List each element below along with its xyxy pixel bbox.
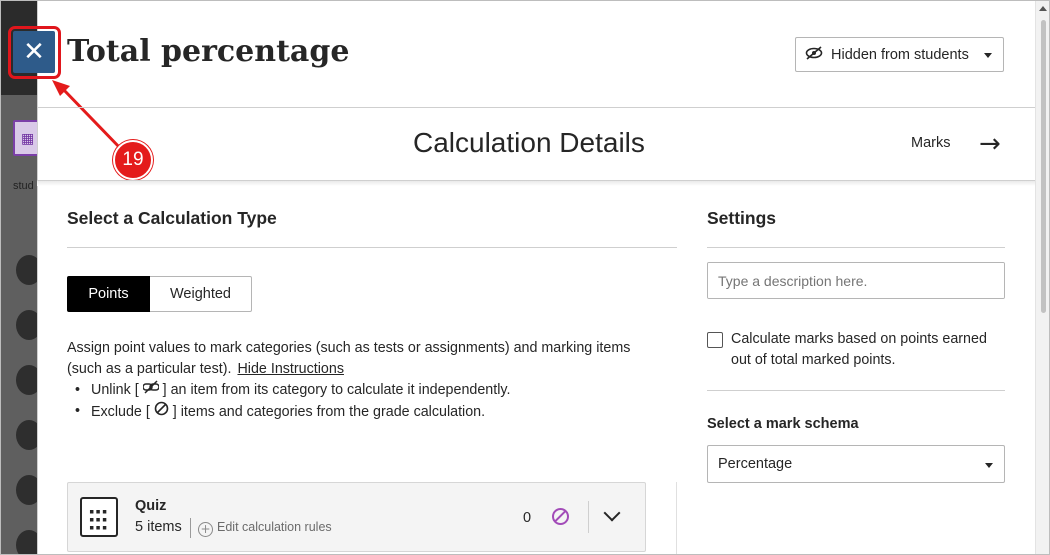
calculation-type-heading: Select a Calculation Type — [67, 208, 277, 228]
instructions: Assign point values to mark categories (… — [67, 338, 667, 423]
weighted-option[interactable]: Weighted — [150, 276, 252, 312]
category-card: ▪▪▪ ▪▪▪ ▪▪▪ Quiz 5 items + Edit calculation… — [67, 482, 646, 552]
callout-badge: 19 — [113, 140, 153, 180]
list-item: Unlink [ ] an item from its category to … — [67, 380, 667, 401]
divider — [588, 501, 589, 533]
divider — [67, 247, 677, 248]
points-earned-label: Calculate marks based on points earned o… — [731, 331, 987, 368]
scrollbar[interactable] — [1035, 0, 1050, 555]
next-section-link[interactable]: Marks — [911, 135, 950, 151]
chevron-down-icon[interactable] — [603, 504, 621, 522]
exclude-icon — [154, 401, 169, 420]
instructions-list: Unlink [ ] an item from its category to … — [67, 380, 667, 423]
divider — [190, 518, 191, 538]
settings-heading: Settings — [707, 208, 777, 228]
visibility-dropdown[interactable]: Hidden from students — [795, 37, 1004, 72]
plus-circle-icon: + — [198, 522, 213, 537]
hide-instructions-link[interactable]: Hide Instructions — [237, 361, 343, 377]
category-name: Quiz — [135, 498, 167, 514]
scroll-up-icon[interactable] — [1039, 6, 1047, 11]
mark-schema-select[interactable]: Percentage — [707, 445, 1005, 483]
chevron-down-icon — [984, 53, 992, 58]
mark-schema-label: Select a mark schema — [707, 416, 859, 432]
list-item: Exclude [ ] items and categories from th… — [67, 401, 667, 423]
exclude-icon[interactable] — [552, 508, 569, 525]
arrow-right-icon[interactable]: → — [979, 131, 1001, 157]
gradebook-icon: ▪▪▪ ▪▪▪ ▪▪▪ — [80, 497, 118, 537]
mark-schema-value: Percentage — [718, 456, 793, 472]
chevron-down-icon — [985, 463, 993, 468]
scrollbar-thumb[interactable] — [1041, 20, 1046, 313]
divider — [707, 390, 1005, 391]
section-title: Calculation Details — [413, 127, 645, 158]
visibility-label: Hidden from students — [831, 46, 969, 63]
edit-calculation-rules-link[interactable]: + Edit calculation rules — [198, 520, 332, 537]
calculation-type-toggle: Points Weighted — [67, 276, 252, 312]
points-option[interactable]: Points — [67, 276, 150, 312]
instructions-text: Assign point values to mark categories (… — [67, 340, 631, 377]
points-earned-checkbox[interactable] — [707, 332, 723, 348]
category-points: 0 — [523, 510, 532, 526]
eye-slash-icon — [805, 46, 823, 63]
column-divider — [676, 482, 677, 555]
description-input[interactable] — [707, 262, 1005, 299]
item-count: 5 items — [135, 519, 182, 535]
header-shadow — [37, 181, 1035, 186]
page-title: Total percentage — [67, 34, 350, 69]
divider — [707, 247, 1005, 248]
unlink-icon — [141, 380, 160, 398]
divider — [37, 107, 1035, 108]
